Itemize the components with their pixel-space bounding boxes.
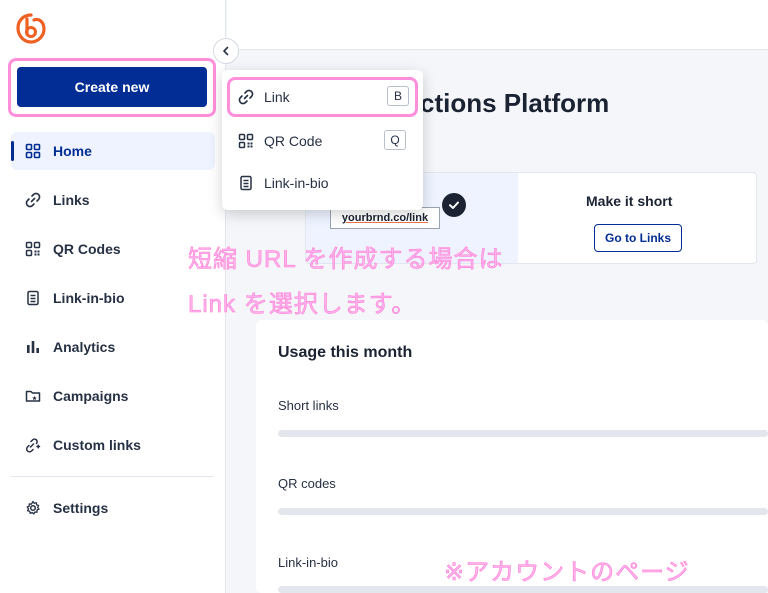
menu-item-label: Link-in-bio [264,175,329,191]
sidebar-item-label: Link-in-bio [53,290,125,306]
sidebar-item-label: Home [53,143,92,159]
create-new-menu: Link B QR Code Q Link-in-bio [222,70,423,210]
custom-link-icon [25,437,41,453]
annotation-line-1: 短縮 URL を作成する場合は [188,246,504,274]
bar-chart-icon [25,339,41,355]
menu-item-qr-code[interactable]: QR Code Q [230,123,416,159]
link-icon [25,192,41,208]
annotation-line-2: Link を選択します。 [188,291,417,319]
create-new-highlight: Create new [8,58,216,117]
sidebar-nav-secondary: Settings [11,489,215,538]
home-grid-icon [25,143,41,159]
checkmark-icon [442,193,466,217]
bitly-logo-icon[interactable] [14,12,48,46]
sidebar-item-label: QR Codes [53,241,121,257]
usage-row-label: QR codes [278,476,336,491]
usage-progress-bar [278,430,768,437]
usage-title: Usage this month [278,344,413,361]
usage-progress-bar [278,508,768,515]
sidebar-item-home[interactable]: Home [11,132,215,170]
chevron-left-icon [223,46,229,56]
menu-item-label: QR Code [264,133,323,149]
sidebar-item-label: Campaigns [53,388,129,404]
sidebar-item-label: Custom links [53,437,141,453]
usage-row-label: Link-in-bio [278,555,338,570]
top-header [227,0,768,50]
sidebar-item-label: Settings [53,500,109,516]
link-in-bio-icon [238,175,254,191]
link-icon [238,89,254,105]
collapse-sidebar-button[interactable] [213,38,239,64]
sidebar-item-custom-links[interactable]: Custom links [11,426,215,464]
menu-item-link-in-bio[interactable]: Link-in-bio [230,165,416,201]
create-new-button[interactable]: Create new [17,67,207,107]
sidebar-item-campaigns[interactable]: Campaigns [11,377,215,415]
gear-icon [25,500,41,516]
link-in-bio-icon [25,290,41,306]
link-preview: yourbrnd.co/link [330,207,440,229]
usage-progress-bar [278,586,768,593]
card-heading: Make it short [586,193,673,209]
sidebar-item-settings[interactable]: Settings [11,489,215,527]
sidebar-nav: Home Links QR Codes Link-in-bio Analytic… [11,132,215,475]
campaign-folder-icon [25,388,41,404]
annotation-footer: ※アカウントのページ [444,559,690,587]
sidebar-item-qr-codes[interactable]: QR Codes [11,230,215,268]
shortcut-key: Q [384,130,406,150]
sidebar-item-label: Analytics [53,339,116,355]
sidebar-divider [11,476,214,477]
sidebar-item-label: Links [53,192,90,208]
shortcut-key: B [387,86,409,106]
qr-code-icon [238,133,254,149]
usage-row-label: Short links [278,398,339,413]
page-title: ctions Platform [420,88,610,118]
sidebar-item-link-in-bio[interactable]: Link-in-bio [11,279,215,317]
qr-code-icon [25,241,41,257]
sidebar-item-analytics[interactable]: Analytics [11,328,215,366]
go-to-links-button[interactable]: Go to Links [594,224,682,252]
menu-item-link[interactable]: Link B [227,77,418,117]
menu-item-label: Link [264,89,290,105]
sidebar-item-links[interactable]: Links [11,181,215,219]
